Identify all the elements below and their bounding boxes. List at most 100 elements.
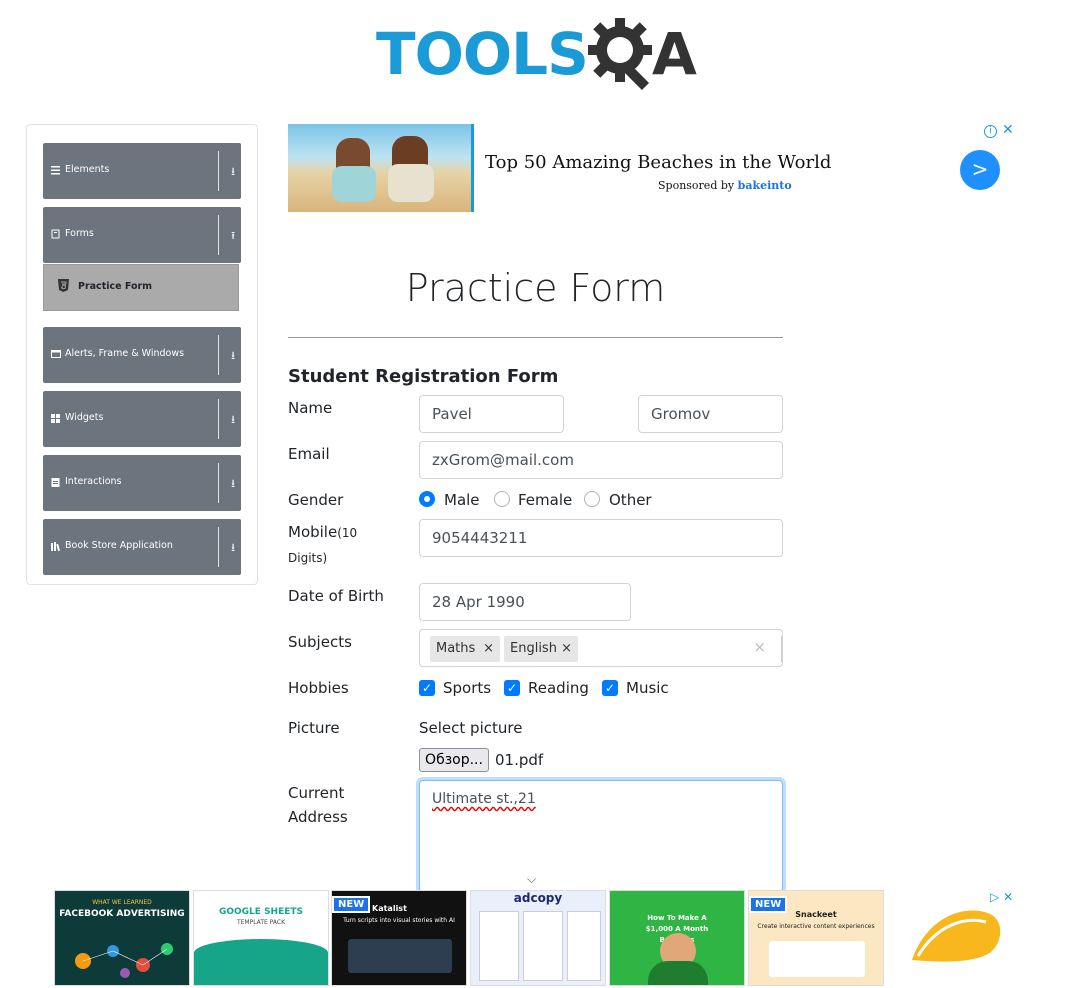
ad-info-icon[interactable]: i (984, 125, 997, 138)
sidebar-group-label: Book Store Application (65, 540, 173, 551)
mobile-hint: (10 (337, 526, 358, 540)
divider (218, 527, 219, 567)
logo-text-a: A (652, 20, 697, 88)
sidebar-item-label: Practice Form (78, 281, 153, 292)
dob-label: Date of Birth (288, 587, 384, 605)
divider (218, 215, 219, 255)
ad-tile-screenshot (479, 911, 519, 981)
mobile-hint-digits: Digits) (288, 551, 328, 565)
hobby-checkbox-music[interactable]: ✓ (602, 680, 618, 696)
ad-tile[interactable]: adcopy (470, 890, 606, 986)
book-icon (51, 542, 61, 552)
first-name-input[interactable]: Pavel (419, 395, 564, 433)
title-divider (288, 337, 783, 338)
ad-tile[interactable]: GOOGLE SHEETS TEMPLATE PACK (193, 890, 329, 986)
subjects-input[interactable]: Maths × English × × (419, 629, 783, 667)
mobile-input[interactable]: 9054443211 (419, 519, 783, 557)
ad-tile-title: adcopy (513, 891, 563, 905)
ad-tile-subtitle: Create interactive content experiences (757, 923, 875, 930)
picture-label: Picture (288, 719, 340, 737)
gender-radio-female[interactable] (494, 491, 510, 507)
network-illustration-icon (75, 943, 173, 978)
divider (781, 636, 782, 662)
ad-tile-title: GOOGLE SHEETS (218, 907, 304, 917)
mobile-label: Mobile(10 (288, 520, 357, 545)
ad-headline[interactable]: Top 50 Amazing Beaches in the World (485, 152, 831, 173)
ad-sponsored-by: Sponsored by (658, 179, 735, 192)
ad-close-icon[interactable]: ✕ (1003, 890, 1013, 904)
sidebar-group-elements[interactable]: Elements ⭳ (43, 143, 241, 199)
ad-tile-wave (194, 939, 328, 985)
ad-tile[interactable]: NEW Snackeet Create interactive content … (748, 890, 884, 986)
ad-tile-screenshot (348, 939, 452, 973)
ad-tile[interactable]: How To Make A $1,000 A Month Business (609, 890, 745, 986)
divider (218, 151, 219, 191)
divider (218, 399, 219, 439)
hobby-checkbox-sports[interactable]: ✓ (419, 680, 435, 696)
html5-icon (58, 279, 69, 292)
clear-subjects-icon[interactable]: × (753, 638, 766, 656)
download-arrow-icon: ⭳ (231, 413, 235, 426)
form-subtitle: Student Registration Form (288, 366, 559, 387)
subject-chip-label: Maths (436, 641, 476, 656)
ad-image-dress (332, 166, 376, 202)
sidebar-item-practice-form[interactable]: Practice Form (43, 264, 239, 311)
bottom-advertisement[interactable]: WHAT WE LEARNED FACEBOOK ADVERTISING GOO… (54, 890, 1024, 986)
ad-tile-title: Katalist (372, 904, 407, 913)
upload-arrow-icon: ⭱ (231, 229, 235, 242)
sidebar-group-forms[interactable]: Forms ⭱ (43, 207, 241, 263)
ad-tile-screenshot (567, 911, 601, 981)
ad-go-button[interactable]: > (960, 150, 1000, 190)
ad-tile-subtitle: TEMPLATE PACK (236, 919, 286, 926)
download-arrow-icon: ⭳ (231, 165, 235, 178)
gender-radio-other[interactable] (584, 491, 600, 507)
ad-tile[interactable]: NEW Katalist Turn scripts into visual st… (331, 890, 467, 986)
subject-chip-label: English (510, 641, 557, 656)
divider (218, 463, 219, 503)
selected-file-name: 01.pdf (495, 751, 544, 769)
form-icon (51, 229, 60, 239)
gender-radio-male[interactable] (419, 491, 435, 507)
ad-close-icon[interactable]: ✕ (1002, 122, 1014, 138)
sidebar-group-label: Alerts, Frame & Windows (65, 348, 185, 359)
ad-choices-icon[interactable]: ▷ (990, 890, 999, 904)
ad-beach-image[interactable] (288, 124, 474, 212)
chip-remove-icon[interactable]: × (483, 636, 494, 662)
sidebar-group-label: Elements (65, 164, 110, 175)
sidebar-group-interactions[interactable]: Interactions ⭳ (43, 455, 241, 511)
gender-option-label[interactable]: Female (518, 488, 572, 512)
menu-icon (51, 166, 60, 175)
top-advertisement[interactable]: Top 50 Amazing Beaches in the World Spon… (288, 122, 1016, 214)
page-title: Practice Form (405, 266, 666, 310)
gender-option-label[interactable]: Other (609, 488, 652, 512)
address-text: Ultimate st.,21 (432, 791, 536, 807)
sidebar-group-label: Widgets (65, 412, 104, 423)
toolsqa-logo[interactable]: TOOLS A (376, 16, 706, 92)
ad-tile-screenshot (769, 941, 865, 977)
select-picture-label: Select picture (419, 719, 523, 737)
ad-tile-subtitle: Turn scripts into visual stories with AI (343, 917, 455, 924)
date-of-birth-input[interactable]: 28 Apr 1990 (419, 583, 631, 621)
hobby-label[interactable]: Sports (443, 676, 491, 700)
ad-tile[interactable]: WHAT WE LEARNED FACEBOOK ADVERTISING (54, 890, 190, 986)
sidebar-group-book-store[interactable]: Book Store Application ⭳ (43, 519, 241, 575)
hobby-label[interactable]: Reading (528, 676, 589, 700)
ad-sponsor-name[interactable]: bakeinto (738, 179, 792, 192)
gender-option-label[interactable]: Male (444, 488, 480, 512)
email-label: Email (288, 445, 330, 463)
chevron-down-icon[interactable]: ⌵ (527, 872, 536, 887)
new-badge: NEW (332, 896, 371, 913)
sidebar-group-label: Forms (65, 228, 94, 239)
email-input[interactable]: zxGrom@mail.com (419, 441, 783, 479)
sidebar-group-widgets[interactable]: Widgets ⭳ (43, 391, 241, 447)
hobby-checkbox-reading[interactable]: ✓ (504, 680, 520, 696)
hobby-label[interactable]: Music (626, 676, 669, 700)
chip-remove-icon[interactable]: × (561, 636, 572, 662)
sidebar-group-alerts[interactable]: Alerts, Frame & Windows ⭳ (43, 327, 241, 383)
last-name-input[interactable]: Gromov (638, 395, 783, 433)
subject-chip: English × (504, 636, 578, 662)
sidebar: Elements ⭳ Forms ⭱ Practice Form Alerts,… (26, 124, 258, 585)
ad-tile-person (648, 961, 708, 985)
browse-file-button[interactable]: Обзор... (419, 748, 489, 772)
current-address-textarea[interactable]: Ultimate st.,21 (419, 780, 783, 892)
